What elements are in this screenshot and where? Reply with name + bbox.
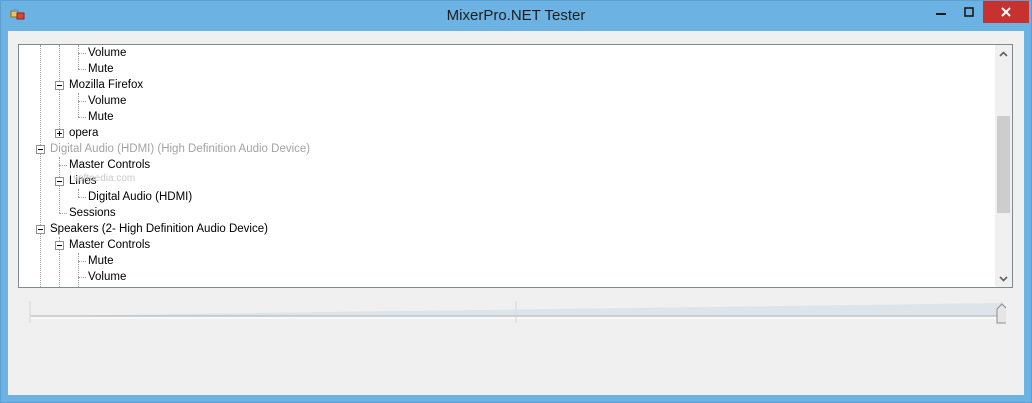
minimize-button[interactable]	[927, 1, 955, 23]
expand-toggle[interactable]	[55, 129, 64, 138]
tree-node-mute[interactable]: Mute	[88, 61, 114, 77]
scrollbar-thumb[interactable]	[997, 116, 1010, 213]
collapse-toggle[interactable]	[55, 177, 64, 186]
app-window: MixerPro.NET Tester Volume Mute Mozilla …	[0, 0, 1032, 403]
tree-node-mozilla-firefox[interactable]: Mozilla Firefox	[69, 77, 143, 93]
tree-node-mute[interactable]: Mute	[88, 253, 114, 269]
collapse-toggle[interactable]	[55, 241, 64, 250]
minimize-icon	[936, 13, 946, 15]
tree-node-speakers-device[interactable]: Speakers (2- High Definition Audio Devic…	[50, 221, 268, 237]
title-bar[interactable]: MixerPro.NET Tester	[1, 1, 1031, 31]
tree-line	[78, 117, 86, 118]
tree-line	[78, 277, 86, 278]
client-area: Volume Mute Mozilla Firefox Volume Mute …	[8, 31, 1024, 395]
tree-line	[78, 69, 86, 70]
tree-line	[78, 189, 79, 197]
close-button[interactable]	[983, 1, 1029, 23]
tree-node-opera[interactable]: opera	[69, 125, 98, 141]
tree-node-volume[interactable]: Volume	[88, 93, 126, 109]
tree-node-mute[interactable]: Mute	[88, 109, 114, 125]
vertical-scrollbar[interactable]	[995, 45, 1012, 287]
tree-node-digital-audio-hdmi[interactable]: Digital Audio (HDMI)	[88, 189, 192, 205]
volume-slider[interactable]	[28, 299, 1008, 329]
tree-line	[78, 101, 86, 102]
tree-line	[59, 213, 67, 214]
close-icon	[1001, 7, 1011, 17]
tree-node-volume[interactable]: Volume	[88, 45, 126, 61]
tree-node-digital-audio-device[interactable]: Digital Audio (HDMI) (High Definition Au…	[50, 141, 310, 157]
tree-node-sessions[interactable]: Sessions	[69, 205, 116, 221]
collapse-toggle[interactable]	[55, 81, 64, 90]
tree-node-volume[interactable]: Volume	[88, 269, 126, 285]
tree-node-master-controls[interactable]: Master Controls	[69, 157, 150, 173]
tree-line	[78, 197, 86, 198]
window-title: MixerPro.NET Tester	[446, 7, 586, 24]
tree-line	[78, 53, 86, 54]
scroll-down-button[interactable]	[995, 270, 1012, 287]
maximize-icon	[964, 7, 974, 17]
collapse-toggle[interactable]	[36, 225, 45, 234]
chevron-down-icon	[999, 275, 1008, 282]
tree-line	[78, 261, 86, 262]
tree-line	[78, 45, 79, 69]
tree-node-master-controls[interactable]: Master Controls	[69, 237, 150, 253]
maximize-button[interactable]	[955, 1, 983, 23]
tree-line	[78, 253, 79, 287]
chevron-up-icon	[999, 50, 1008, 57]
collapse-toggle[interactable]	[36, 145, 45, 154]
tree-line	[78, 93, 79, 117]
tree-line	[40, 45, 41, 287]
tree-content: Volume Mute Mozilla Firefox Volume Mute …	[19, 45, 997, 287]
watermark-text: softpedia.com	[73, 173, 136, 184]
mixer-tree-view[interactable]: Volume Mute Mozilla Firefox Volume Mute …	[18, 44, 1013, 288]
tree-line	[59, 165, 67, 166]
scroll-up-button[interactable]	[995, 45, 1012, 62]
